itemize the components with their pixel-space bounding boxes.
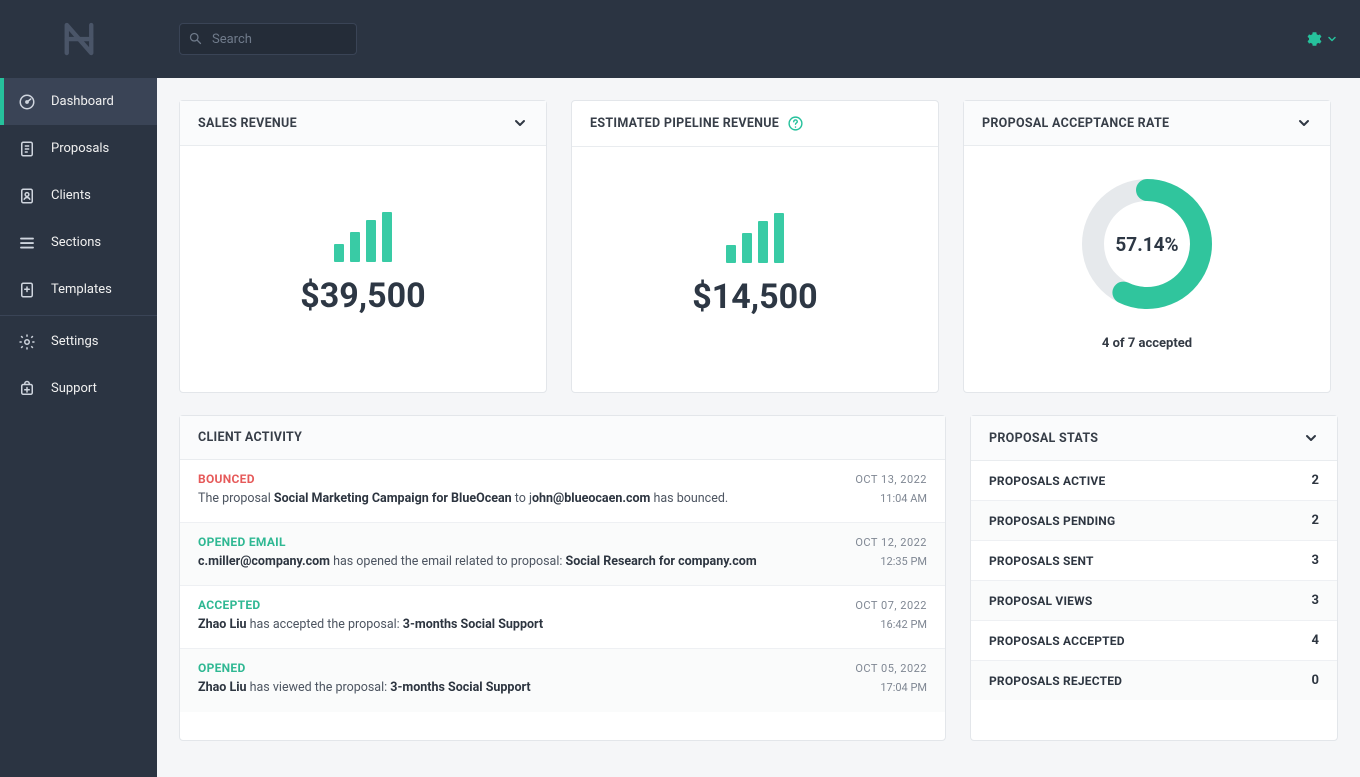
card-header-pipeline-revenue: ESTIMATED PIPELINE REVENUE [572,101,938,147]
chevron-down-icon[interactable] [1303,430,1319,446]
support-icon [18,380,36,398]
activity-text: Zhao Liu has accepted the proposal: 3-mo… [198,616,543,634]
activity-text: c.miller@company.com has opened the emai… [198,553,757,571]
card-title: PROPOSAL ACCEPTANCE RATE [982,116,1169,131]
card-sales-revenue: SALES REVENUE $39,500 [179,100,547,393]
client-icon [18,187,36,205]
stat-row[interactable]: PROPOSALS ACTIVE 2 [971,461,1337,501]
card-header-client-activity: CLIENT ACTIVITY [180,416,945,460]
stat-row[interactable]: PROPOSALS PENDING 2 [971,501,1337,541]
sidebar-item-label: Sections [51,235,101,250]
sidebar-item-label: Settings [51,334,98,349]
chevron-down-icon[interactable] [1296,115,1312,131]
sidebar-item-clients[interactable]: Clients [0,172,157,219]
settings-dropdown[interactable] [1304,30,1338,48]
document-icon [18,140,36,158]
stat-label: PROPOSAL VIEWS [989,594,1092,608]
stat-row[interactable]: PROPOSAL VIEWS 3 [971,581,1337,621]
activity-time: 17:04 PM [880,681,927,694]
activity-time: 16:42 PM [880,618,927,631]
chevron-down-icon [1326,33,1338,45]
activity-row[interactable]: ACCEPTED OCT 07, 2022 Zhao Liu has accepte… [180,586,945,649]
stat-label: PROPOSALS ACTIVE [989,474,1105,488]
content-area: SALES REVENUE $39,500 [157,78,1360,777]
activity-status: BOUNCED [198,472,255,486]
sidebar-item-dashboard[interactable]: Dashboard [0,78,157,125]
sidebar-item-support[interactable]: Support [0,365,157,412]
stat-row[interactable]: PROPOSALS REJECTED 0 [971,661,1337,700]
logo-icon [58,18,100,60]
activity-time: 11:04 AM [880,492,927,505]
pipeline-revenue-value: $14,500 [692,277,817,317]
chevron-down-icon[interactable] [512,115,528,131]
sales-revenue-value: $39,500 [300,276,425,316]
bar-chart-icon [726,213,784,263]
card-title: CLIENT ACTIVITY [198,430,302,445]
card-proposal-stats: PROPOSAL STATS PROPOSALS ACTIVE2PROPOSAL… [970,415,1338,741]
stat-value: 4 [1312,633,1319,648]
card-client-activity: CLIENT ACTIVITY BOUNCED OCT 13, 2022 The p… [179,415,946,741]
activity-text: Zhao Liu has viewed the proposal: 3-mont… [198,679,531,697]
search-wrap [179,23,357,55]
sidebar-divider [0,315,157,316]
sections-icon [18,234,36,252]
gear-icon [18,333,36,351]
card-title: PROPOSAL STATS [989,431,1098,446]
stat-row[interactable]: PROPOSALS SENT 3 [971,541,1337,581]
acceptance-donut-chart: 57.14% [1077,174,1217,314]
card-title: SALES REVENUE [198,116,297,131]
card-header-proposal-stats: PROPOSAL STATS [971,416,1337,461]
stat-value: 0 [1312,673,1319,688]
sidebar-item-label: Templates [51,282,112,297]
help-icon[interactable] [787,115,804,132]
topbar [157,0,1360,78]
stat-label: PROPOSALS PENDING [989,514,1115,528]
search-input[interactable] [179,23,357,55]
sidebar-item-templates[interactable]: Templates [0,266,157,313]
bar-chart-icon [334,212,392,262]
sidebar-item-settings[interactable]: Settings [0,318,157,365]
activity-date: OCT 05, 2022 [855,662,927,675]
activity-text: The proposal Social Marketing Campaign f… [198,490,728,508]
activity-date: OCT 07, 2022 [855,599,927,612]
card-header-acceptance: PROPOSAL ACCEPTANCE RATE [964,101,1330,146]
activity-date: OCT 13, 2022 [855,473,927,486]
acceptance-percent: 57.14% [1077,174,1217,314]
stat-value: 3 [1312,593,1319,608]
card-acceptance-rate: PROPOSAL ACCEPTANCE RATE [963,100,1331,393]
stat-label: PROPOSALS ACCEPTED [989,634,1125,648]
sidebar-item-label: Support [51,381,97,396]
card-title: ESTIMATED PIPELINE REVENUE [590,116,779,131]
activity-status: ACCEPTED [198,598,261,612]
activity-date: OCT 12, 2022 [855,536,927,549]
sidebar-item-label: Dashboard [51,94,114,109]
activity-status: OPENED [198,661,246,675]
stat-value: 2 [1312,513,1319,528]
sidebar: Dashboard Proposals Clients Sections Templat… [0,0,157,777]
card-pipeline-revenue: ESTIMATED PIPELINE REVENUE $14,500 [571,100,939,393]
acceptance-caption: 4 of 7 accepted [1102,336,1192,351]
app-logo[interactable] [0,0,157,78]
sidebar-item-label: Clients [51,188,91,203]
activity-status: OPENED EMAIL [198,535,286,549]
stat-value: 2 [1312,473,1319,488]
stat-row[interactable]: PROPOSALS ACCEPTED 4 [971,621,1337,661]
sidebar-item-proposals[interactable]: Proposals [0,125,157,172]
gear-icon [1304,30,1322,48]
activity-row[interactable]: OPENED OCT 05, 2022 Zhao Liu has viewed th… [180,649,945,711]
template-icon [18,281,36,299]
sidebar-item-label: Proposals [51,141,109,156]
card-header-sales-revenue: SALES REVENUE [180,101,546,146]
stat-label: PROPOSALS REJECTED [989,674,1122,688]
activity-row[interactable]: BOUNCED OCT 13, 2022 The proposal Social M… [180,460,945,523]
activity-time: 12:35 PM [880,555,927,568]
search-icon [188,31,203,46]
sidebar-item-sections[interactable]: Sections [0,219,157,266]
stat-label: PROPOSALS SENT [989,554,1094,568]
stat-value: 3 [1312,553,1319,568]
activity-row[interactable]: OPENED EMAIL OCT 12, 2022 c.miller@company… [180,523,945,586]
gauge-icon [18,93,36,111]
